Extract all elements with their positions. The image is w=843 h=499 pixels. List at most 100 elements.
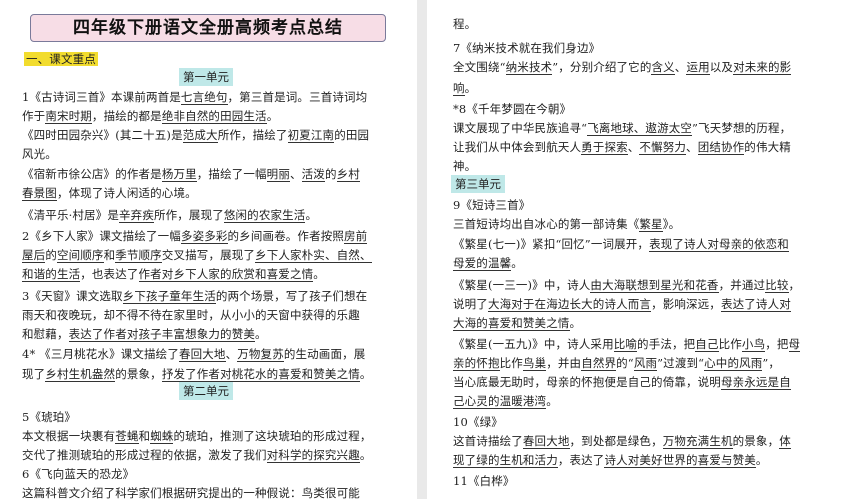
- text-line: 交代了推测琥珀的形成过程的依据，激发了我们对科学的探究兴趣。: [22, 446, 372, 465]
- text-line: 作于南宋时期，描绘的都是绝非自然的田园生活。: [22, 107, 278, 126]
- text-segment: 。: [359, 448, 372, 462]
- key-phrase: 团结协作: [697, 140, 745, 155]
- text-line: 4* 《三月桃花水》课文描绘了春回大地、万物复苏的生动画面，展: [22, 345, 365, 364]
- text-line: 9《短诗三首》: [453, 196, 530, 215]
- text-segment: 《宿新市徐公店》的作者是: [22, 167, 162, 181]
- text-segment: ，第三首是词。三首诗词均: [227, 90, 368, 104]
- text-segment: ，也表达了: [80, 267, 139, 281]
- key-phrase: 苍蝇: [115, 429, 139, 444]
- key-phrase: 和谐的生活: [22, 267, 81, 282]
- text-segment: 说明了: [453, 297, 488, 311]
- key-phrase: 含义: [651, 60, 675, 75]
- text-segment: 本文根据一块裹有: [22, 429, 116, 443]
- text-line: 当心底最无助时，母亲的怀抱便是自己的倚靠，说明母亲永远是自: [453, 373, 791, 392]
- key-phrase: 范成大: [182, 128, 218, 143]
- text-segment: 交叉描写，展现了: [161, 248, 256, 262]
- text-line: 神。: [453, 157, 476, 176]
- text-segment: 。: [755, 453, 768, 467]
- key-phrase: 对科学的探究兴趣: [266, 448, 360, 463]
- key-phrase: 诗人对美好世界的喜爱与赞美: [604, 453, 756, 468]
- key-phrase: 响: [453, 81, 465, 96]
- text-line: 现了乡村生机盎然的景象，抒发了作者对桃花水的喜爱和赞美之情。: [22, 365, 372, 384]
- key-phrase: 现了绿的生机和活力: [453, 453, 558, 468]
- text-segment: ”，分别介绍了它的: [552, 60, 652, 74]
- key-phrase: 悠闲的农家生活: [223, 208, 306, 223]
- text-line: 6《飞向蓝天的恐龙》: [22, 465, 134, 484]
- key-phrase: 万物复苏: [237, 347, 284, 362]
- text-line: 11《白桦》: [453, 472, 515, 491]
- key-phrase: 杨万里: [161, 167, 197, 182]
- key-phrase: 心中的风雨: [704, 356, 763, 371]
- key-phrase: 鸟类很可能: [301, 486, 360, 499]
- text-segment: 课文展现了中华民族追寻“: [453, 121, 588, 135]
- text-segment: 雨天和夜晚玩，却不得不待在家里时，从小小的天窗中获得的乐趣: [22, 308, 360, 322]
- text-line: 程。: [453, 15, 476, 34]
- text-line: 和慰藉，表达了作者对孩子丰富想象力的赞美。: [22, 325, 267, 344]
- text-segment: 的伟大精: [744, 140, 791, 154]
- key-phrase: 母爱的温馨: [453, 256, 512, 271]
- key-phrase: 鸟巢: [522, 356, 547, 371]
- key-phrase: 明丽: [266, 167, 290, 182]
- text-segment: 现了: [22, 367, 46, 381]
- key-phrase: 表现了诗人对母亲的依恋和: [649, 237, 789, 252]
- text-segment: 6《飞向蓝天的恐龙》: [22, 467, 135, 481]
- text-segment: 的景象，: [732, 434, 780, 448]
- key-phrase: 己心灵的温暖港湾: [453, 394, 547, 409]
- text-segment: ，体现了诗人闲适的心境。: [56, 186, 197, 200]
- text-segment: 《四时田园杂兴》(其二十五)是: [22, 128, 183, 142]
- key-phrase: 母: [788, 337, 801, 352]
- text-segment: 的生动画面，展: [283, 347, 366, 361]
- text-segment: 神。: [453, 159, 477, 173]
- text-segment: 11《白桦》: [453, 474, 515, 488]
- text-line: 春景图，体现了诗人闲适的心境。: [22, 184, 197, 203]
- text-line: 这篇科普文介绍了科学家们根据研究提出的一种假说：鸟类很可能: [22, 484, 360, 499]
- text-segment: 《繁星(一三一)》中，诗人: [453, 278, 591, 292]
- text-segment: 的琥珀，推测了这块琥珀的形成过程，: [173, 429, 372, 443]
- text-line: 现了绿的生机和活力，表达了诗人对美好世界的喜爱与赞美。: [453, 451, 768, 470]
- key-phrase: 飞离地球、遨游太空: [587, 121, 693, 136]
- key-phrase: 体: [779, 434, 791, 449]
- text-segment: 作于: [22, 109, 46, 123]
- text-segment: 的手法，把: [637, 337, 696, 351]
- text-segment: ，: [788, 278, 801, 292]
- text-line: 《繁星(一五九)》中，诗人采用比喻的手法，把自己比作小鸟，把母: [453, 335, 801, 354]
- key-phrase: 作者对乡下人家的欣赏和喜爱之情: [138, 267, 314, 282]
- text-segment: 交代了推测琥珀的形成过程的依据，激发了我们: [22, 448, 267, 462]
- text-segment: 、: [627, 140, 640, 154]
- text-segment: ，把: [765, 337, 789, 351]
- text-line: 7《纳米技术就在我们身边》: [453, 39, 600, 58]
- key-phrase: 七言绝句: [180, 90, 228, 105]
- key-phrase: 小鸟: [741, 337, 766, 352]
- text-segment: 当心底最无助时，母亲的怀抱便是自己的倚靠，说明: [453, 375, 721, 389]
- key-phrase: 比较: [765, 278, 789, 293]
- key-phrase: 亲的怀抱: [453, 356, 500, 371]
- key-phrase: 多姿多彩: [180, 229, 228, 244]
- text-segment: 。: [569, 316, 582, 330]
- text-segment: 这首诗描绘了: [453, 434, 523, 448]
- key-phrase: 运用: [686, 60, 710, 75]
- key-phrase: 辛弃疾: [119, 208, 154, 223]
- text-segment: 和慰藉，: [22, 327, 69, 341]
- text-segment: ”飞天梦想的历程，: [692, 121, 792, 135]
- text-segment: 。: [313, 267, 325, 281]
- text-segment: ”过渡到“: [657, 356, 705, 370]
- text-segment: 比作: [718, 337, 742, 351]
- text-line: 全文围绕“纳米技术”，分别介绍了它的含义、运用以及对未来的影: [453, 58, 792, 77]
- key-phrase: 繁星: [639, 217, 663, 232]
- text-segment: 。: [511, 256, 523, 270]
- text-segment: 让我们从中体会到航天人: [453, 140, 582, 154]
- text-segment: 。: [359, 367, 372, 381]
- text-segment: 所作，展现了: [153, 208, 224, 222]
- text-segment: 。: [546, 394, 558, 408]
- text-line: 风光。: [22, 145, 57, 164]
- text-line: 1《古诗词三首》本课前两首是七言绝句，第三首是词。三首诗词均: [22, 88, 367, 107]
- text-segment: 、: [674, 60, 687, 74]
- text-segment: 和: [138, 429, 151, 443]
- text-line: 屋后的空间顺序和季节顺序交叉描写，展现了乡下人家朴实、自然、: [22, 246, 372, 265]
- left-page: 四年级下册语文全册高频考点总结 一、课文重点 第一单元 第二单元 1《古诗词三首…: [0, 0, 417, 499]
- text-segment: 《繁星(一五九)》中，诗人采用: [453, 337, 614, 351]
- text-segment: 2《乡下人家》课文描绘了一幅: [22, 229, 181, 243]
- text-line: 响。: [453, 79, 476, 98]
- key-phrase: 春回大地: [522, 434, 570, 449]
- text-segment: ”，: [762, 356, 781, 370]
